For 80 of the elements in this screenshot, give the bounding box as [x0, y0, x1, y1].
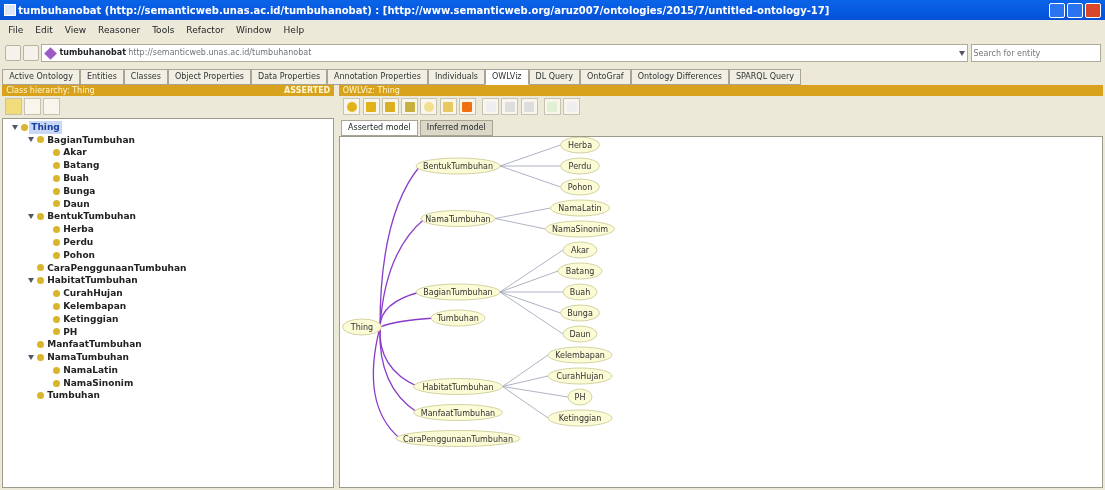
tab[interactable]: Individuals: [427, 69, 486, 85]
tree-item[interactable]: Kelembapan: [61, 299, 129, 313]
tree-item[interactable]: BentukTumbuhan: [45, 210, 138, 224]
tree-item[interactable]: Thing: [29, 120, 62, 134]
menu-item[interactable]: File: [2, 22, 30, 40]
tree-item[interactable]: Ketinggian: [61, 312, 121, 326]
minimize-button[interactable]: [1048, 2, 1065, 18]
tree-item[interactable]: NamaSinonim: [61, 376, 136, 390]
dropdown-caret-icon: [959, 50, 965, 56]
panel-title: Class hierarchy: Thing: [6, 85, 95, 96]
tab[interactable]: Data Properties: [251, 69, 328, 85]
menu-item[interactable]: Window: [230, 22, 278, 40]
tab[interactable]: Entities: [79, 69, 124, 85]
tab[interactable]: Active Ontology: [2, 69, 80, 85]
ontology-address-field[interactable]: tumbuhanobat http://semanticweb.unas.ac.id/tumbuhanobat: [41, 44, 969, 63]
class-node: Daun: [562, 325, 598, 343]
tree-item[interactable]: CurahHujan: [61, 287, 125, 300]
class-node: CaraPenggunaanTumbuhan: [395, 429, 521, 447]
tab[interactable]: DL Query: [528, 69, 581, 85]
class-node: Batang: [557, 262, 603, 280]
tree-item[interactable]: Pohon: [61, 248, 98, 262]
tree-item[interactable]: Tumbuhan: [45, 389, 102, 403]
tree-item[interactable]: BagianTumbuhan: [45, 133, 137, 147]
class-node: NamaLatin: [549, 199, 610, 217]
close-button[interactable]: [1085, 2, 1101, 18]
menu-item[interactable]: Reasoner: [92, 22, 147, 40]
tree-item[interactable]: HabitatTumbuhan: [45, 274, 140, 288]
class-node: PH: [567, 388, 593, 406]
class-node: Pohon: [559, 178, 600, 196]
class-node: Herba: [559, 136, 600, 154]
class-node: Buah: [562, 283, 598, 301]
tree-item[interactable]: Buah: [61, 171, 91, 185]
window-title: tumbuhanobat (http://semanticweb.unas.ac.id/tumbuhanobat) : [http://www.semanticweb.org/aruz007/ontologies/2015/7/untitled-ontology-17]: [18, 3, 831, 18]
menu-item[interactable]: Help: [277, 22, 311, 40]
tree-item[interactable]: CaraPenggunaanTumbuhan: [45, 261, 189, 275]
menu-item[interactable]: Tools: [146, 22, 181, 40]
class-node: NamaTumbuhan: [420, 209, 496, 227]
edge-line: [494, 207, 551, 219]
model-tab[interactable]: Asserted model: [341, 119, 418, 136]
tree-item[interactable]: PH: [61, 325, 80, 339]
tree-item[interactable]: Bunga: [61, 184, 98, 198]
class-node: HabitatTumbuhan: [412, 377, 503, 395]
menu-item[interactable]: Edit: [29, 22, 59, 40]
tab[interactable]: Ontology Differences: [630, 69, 729, 85]
tab[interactable]: Annotation Properties: [327, 69, 428, 85]
tree-item[interactable]: Herba: [61, 223, 96, 236]
tab[interactable]: Object Properties: [167, 69, 251, 85]
class-node: CurahHujan: [547, 367, 613, 385]
tree-item[interactable]: Daun: [61, 197, 92, 211]
tree-item[interactable]: NamaTumbuhan: [45, 351, 131, 364]
ontology-icon: [44, 46, 58, 60]
tab[interactable]: SPARQL Query: [728, 69, 801, 85]
maximize-button[interactable]: [1066, 2, 1083, 18]
class-node: Ketinggian: [547, 409, 613, 427]
class-node: ManfaatTumbuhan: [412, 403, 503, 421]
tree-item[interactable]: Perdu: [61, 235, 96, 249]
tree-item[interactable]: ManfaatTumbuhan: [45, 338, 144, 352]
class-node: Akar: [562, 241, 598, 259]
class-node: Bunga: [559, 304, 600, 322]
class-node: Tumbuhan: [430, 309, 486, 327]
class-node: BagianTumbuhan: [415, 283, 501, 301]
class-node: NamaSinonim: [544, 220, 615, 238]
tree-item[interactable]: Batang: [61, 159, 102, 172]
tab[interactable]: OWLViz: [485, 69, 529, 85]
window-icon: [4, 4, 16, 16]
class-node: Thing: [341, 318, 382, 336]
menu-item[interactable]: View: [58, 22, 93, 40]
mode-label: ASSERTED: [284, 85, 331, 96]
model-tab[interactable]: Inferred model: [419, 119, 493, 136]
edge-line: [494, 217, 546, 230]
menu-item[interactable]: Refactor: [180, 22, 231, 40]
search-field[interactable]: Search for entity: [970, 44, 1101, 63]
tab[interactable]: OntoGraf: [580, 69, 631, 85]
class-node: Perdu: [559, 157, 600, 175]
panel-title: OWLViz: Thing: [342, 86, 400, 95]
tree-item[interactable]: NamaLatin: [61, 363, 120, 377]
tree-item[interactable]: Akar: [61, 146, 89, 160]
class-node: BentukTumbuhan: [415, 157, 501, 175]
class-node: Kelembapan: [547, 346, 613, 364]
tab[interactable]: Classes: [123, 69, 168, 85]
